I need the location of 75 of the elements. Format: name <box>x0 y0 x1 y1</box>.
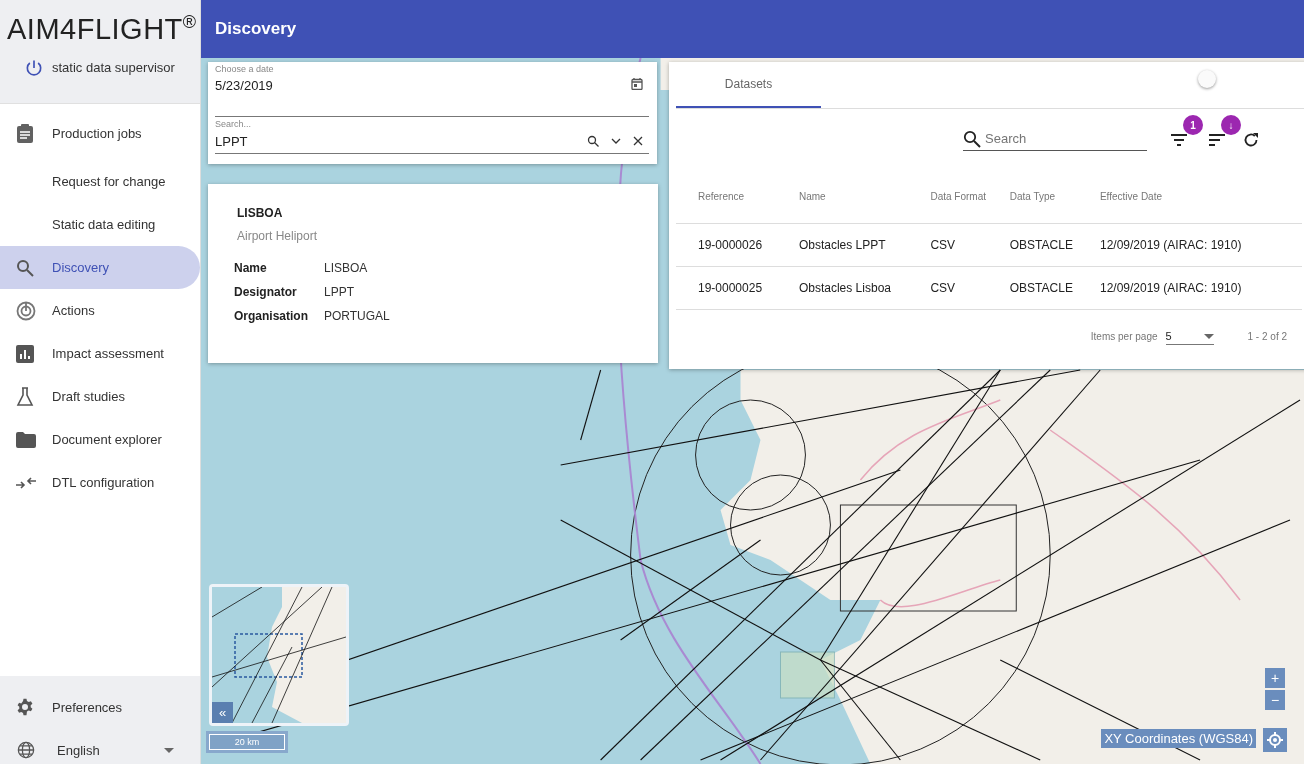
dropdown-caret-icon <box>163 747 174 753</box>
table-cell: 12/09/2019 (AIRAC: 1910) <box>1099 223 1302 267</box>
search-icon <box>963 129 981 148</box>
field-label: Choose a date <box>215 64 275 74</box>
nav-item[interactable]: Actions <box>0 289 200 332</box>
page-range: 1 - 2 of 2 <box>1247 331 1287 342</box>
table-cell: 12/09/2019 (AIRAC: 1910) <box>1099 266 1302 310</box>
column-header[interactable]: Reference <box>676 169 799 224</box>
sort-direction-badge: ↓ <box>1221 115 1241 135</box>
folder-icon <box>16 431 36 448</box>
locate-button[interactable] <box>1263 728 1287 752</box>
nav-item[interactable]: Document explorer <box>0 418 200 461</box>
property-value: PORTUGAL <box>324 309 391 323</box>
settings-icon <box>16 698 34 716</box>
date-value: 5/23/2019 <box>215 78 273 93</box>
property-label: Organisation <box>234 309 309 323</box>
nav-item[interactable]: Discovery <box>0 246 200 289</box>
table-cell: OBSTACLE <box>1009 266 1100 310</box>
property-label: Designator <box>234 285 298 299</box>
field-label: Search... <box>215 119 253 129</box>
refresh-icon[interactable] <box>1243 132 1259 148</box>
search-value: LPPT <box>215 133 248 149</box>
locate-icon <box>1267 732 1283 748</box>
dropdown-caret-icon <box>1203 333 1214 339</box>
overview-map[interactable]: « <box>209 584 349 726</box>
nav-item[interactable]: Static data editing <box>0 203 200 246</box>
table-cell: OBSTACLE <box>1009 223 1100 267</box>
filter-count-badge: 1 <box>1183 115 1203 135</box>
items-per-page-select[interactable]: 5 <box>1165 328 1214 345</box>
column-header[interactable]: Data Type <box>1009 169 1100 224</box>
table-cell: 19-0000026 <box>676 223 799 267</box>
table-cell: CSV <box>930 223 1010 267</box>
nav-item[interactable]: Request for change <box>0 160 200 203</box>
table-cell: Obstacles LPPT <box>798 223 931 267</box>
property-label: Name <box>234 261 268 275</box>
calendar-icon[interactable] <box>631 78 643 90</box>
date-field[interactable]: Choose a date 5/23/2019 <box>215 64 649 117</box>
column-header[interactable]: Name <box>798 169 931 224</box>
feature-title: LISBOA <box>237 206 284 220</box>
search-field[interactable]: Search... LPPT <box>215 119 649 154</box>
app-logo: AIM4FLIGHT$^{®}$ <box>6 11 198 46</box>
feature-subtitle: Airport Heliport <box>237 229 319 243</box>
table-cell: CSV <box>930 266 1010 310</box>
property-value: LPPT <box>324 285 355 299</box>
nav-item[interactable]: Impact assessment <box>0 332 200 375</box>
datasets-tab[interactable]: Datasets <box>676 62 821 108</box>
table-cell: 19-0000025 <box>676 266 799 310</box>
bar-chart-icon <box>16 344 34 363</box>
nav-item[interactable]: Production jobs <box>0 110 200 156</box>
property-value: LISBOA <box>324 261 369 275</box>
target-icon <box>16 300 36 321</box>
close-icon[interactable] <box>633 136 643 146</box>
nav-item[interactable]: DTL configuration <box>0 461 200 504</box>
page-title: Discovery <box>215 19 297 39</box>
toggle-switch[interactable] <box>1198 70 1216 88</box>
globe-icon <box>17 741 35 759</box>
table-cell: Obstacles Lisboa <box>798 266 931 310</box>
scale-bar: 20 km <box>209 734 285 750</box>
filter-icon <box>1171 134 1187 146</box>
nav-item[interactable]: Draft studies <box>0 375 200 418</box>
column-header[interactable]: Data Format <box>930 169 1010 224</box>
search-icon[interactable] <box>587 135 599 147</box>
flask-icon <box>16 386 34 407</box>
swap-arrows-icon <box>16 475 36 490</box>
clipboard-icon <box>16 123 34 143</box>
collapse-overview-button[interactable]: « <box>212 702 233 723</box>
items-per-page-label: Items per page <box>1090 331 1158 342</box>
language-select[interactable]: English <box>57 742 174 758</box>
sort-icon <box>1209 134 1225 146</box>
preferences-item[interactable]: Preferences <box>0 684 200 730</box>
chevron-down-icon[interactable] <box>611 138 621 144</box>
search-icon <box>16 258 34 277</box>
search-field[interactable]: Search <box>985 129 1145 148</box>
column-header[interactable]: Effective Date <box>1099 169 1302 224</box>
user-role: static data supervisor <box>52 60 175 76</box>
